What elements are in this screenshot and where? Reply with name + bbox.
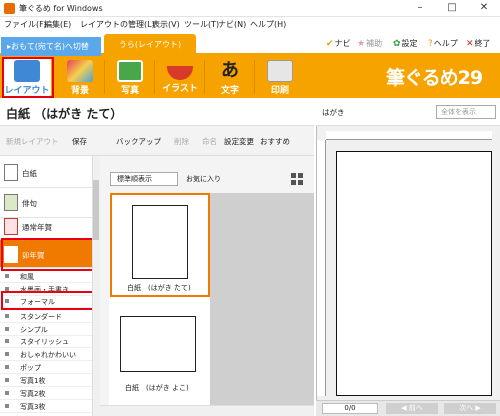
menu-file[interactable]: ファイル(F) xyxy=(4,19,47,30)
subcategory-item[interactable]: スタンダード xyxy=(0,310,92,323)
postcard-portrait-preview xyxy=(132,205,188,279)
close-icon: ✕ xyxy=(466,39,474,49)
subcategory-item[interactable]: 写真2枚 xyxy=(0,387,92,400)
toolbar-photo[interactable]: 写真 xyxy=(106,58,154,96)
minimize-button[interactable]: – xyxy=(404,0,436,16)
navi-button[interactable]: ✔ナビ xyxy=(326,38,351,49)
gear-icon: ✿ xyxy=(393,39,401,49)
subcategory-item[interactable]: シンプル xyxy=(0,323,92,336)
toolbar-text[interactable]: あ 文字 xyxy=(206,58,254,96)
horizontal-ruler xyxy=(326,131,492,140)
help-icon: ? xyxy=(428,39,433,49)
subcategory-item[interactable]: ポップ xyxy=(0,361,92,374)
menu-navi[interactable]: ナビ(N) xyxy=(218,19,246,30)
action-bar: 新規レイアウト 保存 バックアップ 削除 命名 設定変更 おすすめ xyxy=(0,126,314,156)
exit-button[interactable]: ✕終了 xyxy=(466,38,491,49)
app-icon xyxy=(4,3,15,14)
maximize-button[interactable]: □ xyxy=(436,0,468,16)
text-icon: あ xyxy=(221,60,239,81)
menu-bar: ファイル(F) 編集(E) レイアウトの管理(L) 表示(V) ツール(T) ナ… xyxy=(0,17,500,32)
current-layout-tab[interactable]: うら(レイアウト) xyxy=(104,34,196,56)
subcategory-item[interactable]: スタイリッシュ xyxy=(0,335,92,348)
background-icon xyxy=(67,60,93,82)
previous-page-button[interactable]: ◀ 前へ xyxy=(386,403,438,414)
category-scrollbar-thumb[interactable] xyxy=(93,180,99,240)
highlight-category xyxy=(1,238,99,271)
assist-button[interactable]: ★補助 xyxy=(357,38,382,49)
category-item[interactable]: 白紙 xyxy=(0,158,92,188)
blank-paper-icon xyxy=(4,164,18,181)
page-title: 白紙 （はがき たて） xyxy=(6,107,123,121)
next-page-button[interactable]: 次へ ▶ xyxy=(444,403,496,414)
delete-button[interactable]: 削除 xyxy=(174,136,189,147)
vertical-ruler xyxy=(317,140,326,396)
navi-icon: ✔ xyxy=(326,39,334,49)
rename-button[interactable]: 命名 xyxy=(202,136,217,147)
menu-tools[interactable]: ツール(T) xyxy=(184,19,219,30)
printer-icon xyxy=(267,60,293,82)
help-button[interactable]: ?ヘルプ xyxy=(428,38,458,49)
gallery-horizontal-scrollbar[interactable] xyxy=(100,405,314,416)
layout-thumbnail-selected[interactable]: 白紙 (はがき たて) xyxy=(110,193,210,297)
toolbar-illustration[interactable]: イラスト xyxy=(156,58,204,96)
toolbar-background[interactable]: 背景 xyxy=(56,58,104,96)
postcard-landscape-preview xyxy=(120,316,196,372)
favorites-toggle[interactable]: お気に入り xyxy=(186,174,221,184)
highlight-layout xyxy=(2,57,54,98)
window-title: 筆ぐるめ for Windows xyxy=(19,4,103,13)
backup-button[interactable]: バックアップ xyxy=(116,136,161,147)
grid-view-icon[interactable] xyxy=(291,173,303,185)
close-button[interactable]: ✕ xyxy=(468,0,500,16)
haiku-icon xyxy=(4,194,18,211)
new-year-card-icon xyxy=(4,218,18,235)
new-layout-button[interactable]: 新規レイアウト xyxy=(6,136,59,147)
zoom-select[interactable]: 全体を表示 xyxy=(436,105,496,119)
change-settings-button[interactable]: 設定変更 xyxy=(224,136,254,147)
subcategory-item[interactable]: おしゃれかわいい xyxy=(0,348,92,361)
page-counter: 0/0 xyxy=(322,403,378,414)
layout-thumbnail[interactable]: 白紙 (はがき よこ) xyxy=(110,303,210,403)
title-bar: 筆ぐるめ for Windows – □ ✕ xyxy=(0,0,500,17)
app-logo: 筆ぐるめ29 xyxy=(386,67,483,89)
switch-front-tab[interactable]: ▸おもて(宛て名)へ切替 xyxy=(1,37,101,56)
sort-select[interactable]: 標準順表示 xyxy=(110,172,178,186)
subcategory-item[interactable]: 写真1枚 xyxy=(0,374,92,387)
toolbar-print[interactable]: 印刷 xyxy=(256,58,304,96)
recommend-button[interactable]: おすすめ xyxy=(260,136,290,147)
photo-icon xyxy=(117,60,143,82)
menu-edit[interactable]: 編集(E) xyxy=(44,19,71,30)
menu-help[interactable]: ヘルプ(H) xyxy=(250,19,286,30)
highlight-formal xyxy=(1,291,99,310)
assist-icon: ★ xyxy=(357,39,366,49)
preview-footer: 0/0 ◀ 前へ 次へ ▶ xyxy=(316,400,500,416)
subcategory-item[interactable]: 和風 xyxy=(0,270,92,283)
menu-layout-manage[interactable]: レイアウトの管理(L) xyxy=(80,19,155,30)
preview-header: はがき 全体を表示 xyxy=(316,98,500,126)
save-button[interactable]: 保存 xyxy=(72,136,87,147)
page-header: 白紙 （はがき たて） xyxy=(0,98,314,126)
gallery-empty-area xyxy=(210,193,314,405)
preview-label: はがき xyxy=(322,108,345,117)
subcategory-item[interactable]: 写真3枚 xyxy=(0,400,92,413)
settings-button[interactable]: ✿設定 xyxy=(393,38,418,49)
illustration-icon xyxy=(167,66,193,80)
menu-view[interactable]: 表示(V) xyxy=(152,19,180,30)
postcard-canvas[interactable] xyxy=(336,151,492,396)
